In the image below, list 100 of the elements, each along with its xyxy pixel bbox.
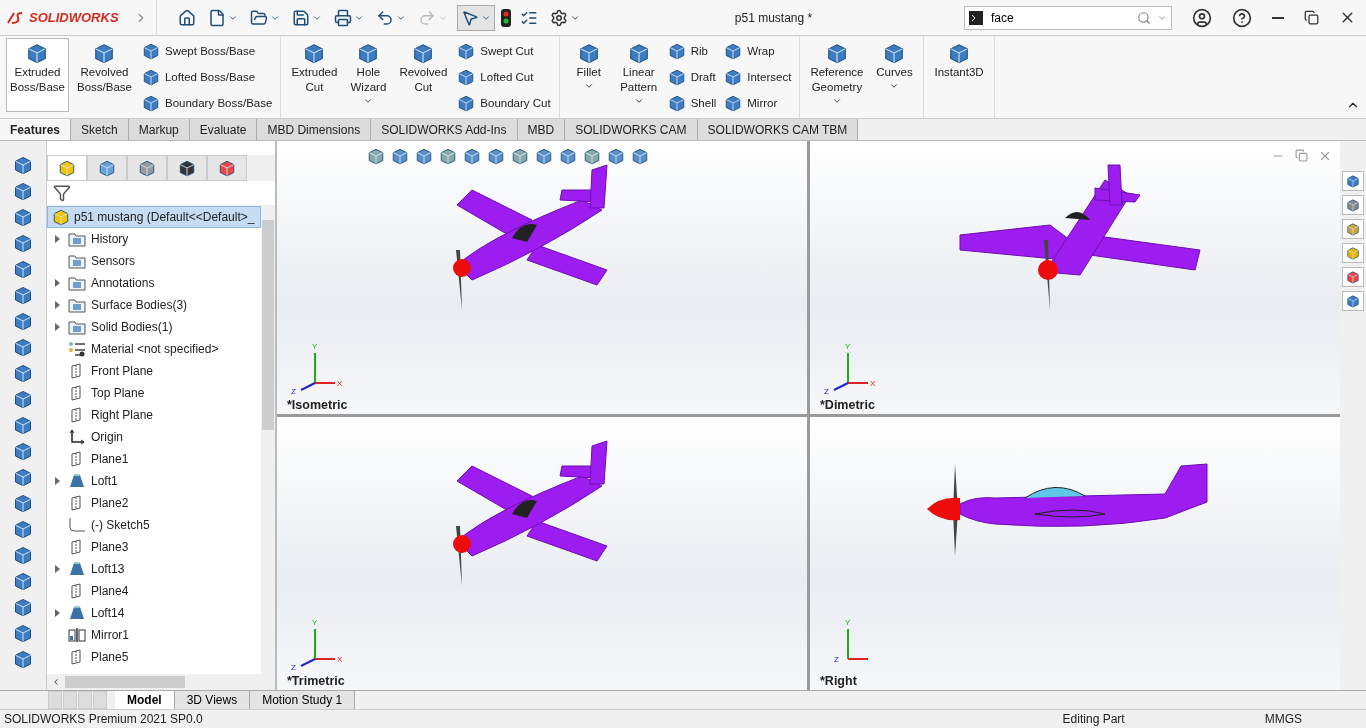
- minimize-icon: [1272, 16, 1284, 19]
- ribbon-command[interactable]: Swept Cut: [455, 41, 553, 61]
- tree-item[interactable]: Surface Bodies(3): [47, 294, 261, 316]
- manager-tab[interactable]: [47, 155, 87, 181]
- tree-item[interactable]: Origin: [47, 426, 261, 448]
- feature-icon: [13, 493, 33, 513]
- ribbon-command[interactable]: Boundary Cut: [455, 93, 553, 113]
- task-pane-button[interactable]: [1342, 195, 1364, 215]
- model-tab[interactable]: 3D Views: [174, 691, 251, 709]
- tree-item[interactable]: Top Plane: [47, 382, 261, 404]
- ribbon-command[interactable]: Revolved Cut: [395, 38, 452, 112]
- command-tab[interactable]: SOLIDWORKS CAM TBM: [697, 119, 859, 140]
- restore-view-icon[interactable]: [1295, 149, 1308, 162]
- expand-arrow-icon[interactable]: [55, 235, 60, 243]
- feature-icon: [141, 94, 160, 112]
- ribbon-command[interactable]: Extruded Cut: [287, 38, 342, 112]
- task-pane-button[interactable]: [1342, 243, 1364, 263]
- ribbon-command[interactable]: Swept Boss/Base: [139, 41, 275, 61]
- tree-item[interactable]: Mirror1: [47, 624, 261, 646]
- expand-arrow-icon[interactable]: [55, 301, 60, 309]
- feature-icon: [825, 42, 848, 64]
- search-field[interactable]: face: [964, 5, 1172, 30]
- command-tab[interactable]: MBD Dimensions: [257, 119, 372, 140]
- feature-icon: [13, 441, 33, 461]
- tree-item[interactable]: Plane2: [47, 492, 261, 514]
- command-tab[interactable]: SOLIDWORKS Add-Ins: [371, 119, 518, 140]
- command-tab[interactable]: SOLIDWORKS CAM: [565, 119, 698, 140]
- tree-root-item[interactable]: p51 mustang (Default<<Default>_: [47, 206, 261, 228]
- tree-item[interactable]: (-) Sketch5: [47, 514, 261, 536]
- ribbon-command[interactable]: Draft: [665, 67, 719, 87]
- filter-icon[interactable]: [53, 184, 71, 202]
- expand-arrow-icon[interactable]: [55, 565, 60, 573]
- command-tab[interactable]: Markup: [128, 119, 190, 140]
- expand-arrow-icon[interactable]: [55, 323, 60, 331]
- command-prompt-icon: [969, 10, 983, 25]
- units-selector[interactable]: MMGS: [1264, 712, 1302, 726]
- expand-arrow-icon[interactable]: [55, 609, 60, 617]
- tree-item[interactable]: Right Plane: [47, 404, 261, 426]
- ribbon-command[interactable]: Boundary Boss/Base: [139, 93, 275, 113]
- ribbon-command[interactable]: Revolved Boss/Base: [73, 38, 136, 112]
- tree-item[interactable]: Front Plane: [47, 360, 261, 382]
- ribbon-command[interactable]: Lofted Boss/Base: [139, 67, 275, 87]
- panel-icon: [138, 159, 156, 177]
- tree-item[interactable]: Solid Bodies(1): [47, 316, 261, 338]
- vertical-scrollbar[interactable]: [261, 206, 275, 674]
- manager-tab[interactable]: [167, 155, 207, 181]
- save-icon: [292, 8, 310, 27]
- manager-tab[interactable]: [207, 155, 247, 181]
- ribbon-command[interactable]: Fillet: [565, 38, 612, 112]
- expand-arrow-icon[interactable]: [55, 279, 60, 287]
- tree-item[interactable]: History: [47, 228, 261, 250]
- tree-item[interactable]: Plane5: [47, 646, 261, 668]
- ribbon-command[interactable]: Mirror: [722, 93, 794, 113]
- ribbon-command[interactable]: Curves: [871, 38, 918, 112]
- ribbon-command[interactable]: Reference Geometry: [806, 38, 868, 112]
- feature-icon: [627, 42, 650, 64]
- close-view-icon[interactable]: [1318, 149, 1332, 163]
- folder-icon: [68, 275, 86, 291]
- pane-icon: [1346, 198, 1360, 212]
- ribbon-command[interactable]: Intersect: [722, 67, 794, 87]
- viewport[interactable]: Y X Z *Dimetric: [810, 141, 1340, 414]
- traffic-light-icon[interactable]: [501, 8, 511, 27]
- select-button[interactable]: [457, 4, 495, 31]
- ribbon-command[interactable]: Lofted Cut: [455, 67, 553, 87]
- task-pane-button[interactable]: [1342, 291, 1364, 311]
- tree-item[interactable]: Annotations: [47, 272, 261, 294]
- tree-item[interactable]: Plane1: [47, 448, 261, 470]
- expand-arrow-icon[interactable]: [55, 477, 60, 485]
- tree-item[interactable]: Loft1: [47, 470, 261, 492]
- tree-item[interactable]: Loft13: [47, 558, 261, 580]
- ribbon-command[interactable]: Shell: [665, 93, 719, 113]
- ribbon-command[interactable]: Wrap: [722, 41, 794, 61]
- ribbon-command[interactable]: Extruded Boss/Base: [6, 38, 69, 112]
- tree-item[interactable]: Sensors: [47, 250, 261, 272]
- model-tab[interactable]: Model: [115, 691, 175, 709]
- ribbon-command[interactable]: Linear Pattern: [615, 38, 662, 112]
- task-pane-button[interactable]: [1342, 267, 1364, 287]
- ribbon-command[interactable]: Instant3D: [930, 38, 988, 112]
- command-tab[interactable]: Features: [0, 119, 72, 140]
- manager-tab[interactable]: [127, 155, 167, 181]
- tree-item[interactable]: Plane4: [47, 580, 261, 602]
- task-pane-button[interactable]: [1342, 171, 1364, 191]
- tree-item[interactable]: Material <not specified>: [47, 338, 261, 360]
- task-pane-button[interactable]: [1342, 219, 1364, 239]
- tree-item[interactable]: Loft14: [47, 602, 261, 624]
- search-input[interactable]: face: [989, 9, 1131, 26]
- ribbon-command[interactable]: Hole Wizard: [345, 38, 392, 112]
- command-tab[interactable]: MBD: [517, 119, 566, 140]
- horizontal-scrollbar[interactable]: [47, 674, 275, 690]
- loft-icon: [68, 605, 86, 621]
- command-tab[interactable]: Sketch: [71, 119, 129, 140]
- model-tab[interactable]: Motion Study 1: [250, 691, 356, 709]
- viewport[interactable]: Y X Z *Trimetric: [277, 417, 807, 690]
- feature-icon: [13, 259, 33, 279]
- viewport[interactable]: Y X Z *Isometric: [277, 141, 807, 414]
- command-tab[interactable]: Evaluate: [189, 119, 258, 140]
- tree-item[interactable]: Plane3: [47, 536, 261, 558]
- scroll-left-icon[interactable]: [51, 677, 61, 687]
- viewport[interactable]: Y Z *Right: [810, 417, 1340, 690]
- ribbon-command[interactable]: Rib: [665, 41, 719, 61]
